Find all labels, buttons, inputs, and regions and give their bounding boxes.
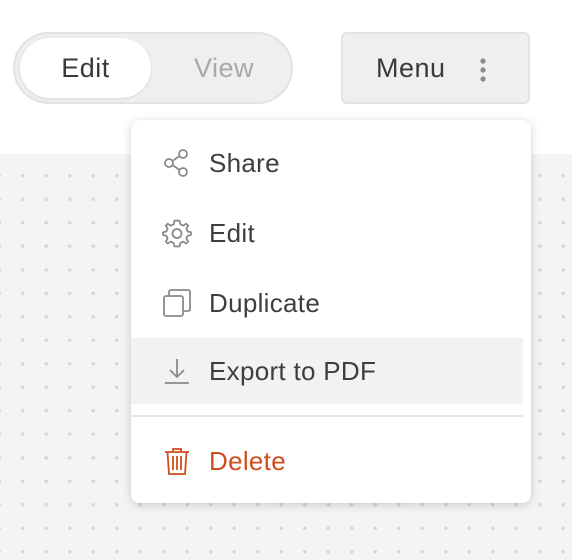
menu-item-label: Export to PDF <box>209 355 377 386</box>
menu-item-label: Delete <box>209 445 286 476</box>
download-icon <box>162 356 192 386</box>
menu-item-label: Share <box>209 147 280 178</box>
menu-button[interactable]: Menu <box>341 32 530 104</box>
menu-button-label: Menu <box>376 52 446 83</box>
menu-item-edit[interactable]: Edit <box>131 200 523 266</box>
menu-item-share[interactable]: Share <box>131 130 523 196</box>
menu-item-export-pdf[interactable]: Export to PDF <box>131 338 523 404</box>
trash-icon <box>162 446 192 476</box>
menu-item-label: Edit <box>209 217 256 248</box>
menu-divider <box>131 415 523 417</box>
share-icon <box>162 148 192 178</box>
menu-item-label: Duplicate <box>209 287 321 318</box>
kebab-icon <box>471 56 495 84</box>
view-mode-option[interactable]: View <box>165 38 283 98</box>
menu-item-delete[interactable]: Delete <box>131 428 523 494</box>
menu-item-duplicate[interactable]: Duplicate <box>131 270 523 336</box>
edit-mode-option[interactable]: Edit <box>20 38 151 98</box>
duplicate-icon <box>162 288 192 318</box>
dropdown-menu: Share Edit Duplicate Export to PDF Delet… <box>131 120 531 503</box>
gear-icon <box>162 218 192 248</box>
mode-toggle: Edit View <box>13 32 293 104</box>
